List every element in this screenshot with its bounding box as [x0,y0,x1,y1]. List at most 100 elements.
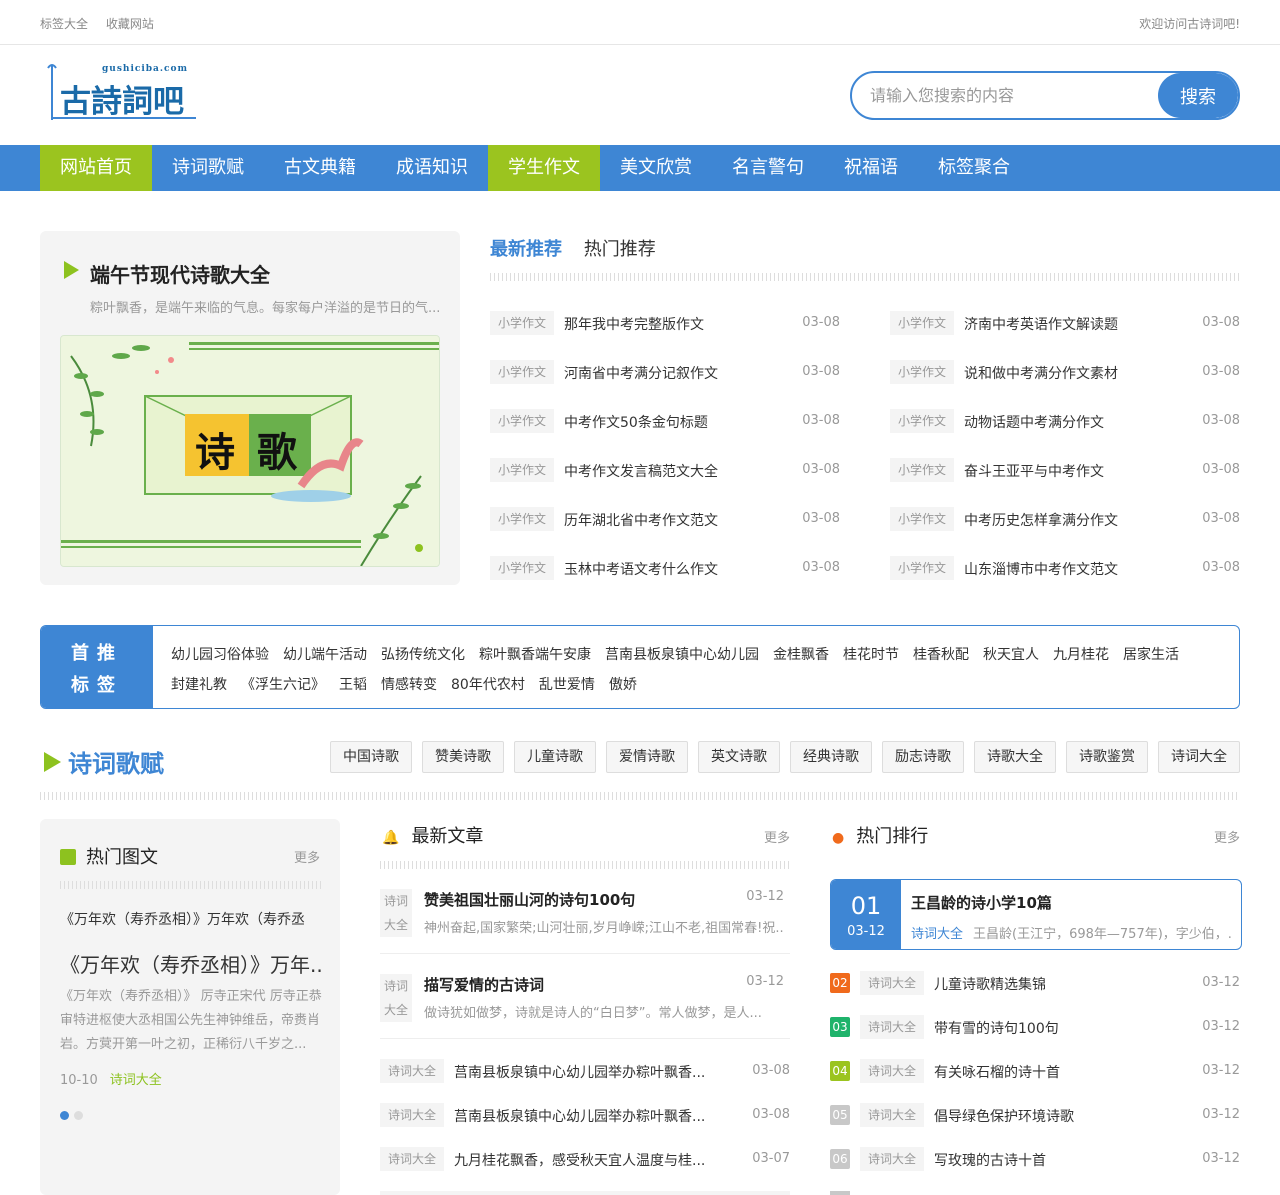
article-summary: 做诗犹如做梦，诗就是诗人的“白日梦”。常人做梦，是人... [424,1006,762,1021]
nav-quotes[interactable]: 名言警句 [712,145,824,191]
main-nav: 网站首页 诗词歌赋 古文典籍 成语知识 学生作文 美文欣赏 名言警句 祝福语 标… [0,145,1280,191]
tag-link[interactable]: 情感转变 [381,677,437,693]
ranking-item[interactable]: 05 诗词大全 倡导绿色保护环境诗歌 03-12 [830,1103,1240,1127]
article-tag: 诗词大全 [380,974,412,1022]
pill-link[interactable]: 赞美诗歌 [422,741,504,773]
ranking-item[interactable]: 06 诗词大全 写玫瑰的古诗十首 03-12 [830,1147,1240,1171]
hot-pics-category[interactable]: 诗词大全 [110,1073,162,1088]
carousel-dot[interactable] [74,1111,83,1120]
list-item[interactable]: 小学作文 中考作文50条金句标题 03-08 [490,409,840,433]
nav-idioms[interactable]: 成语知识 [376,145,488,191]
tag-link[interactable]: 幼儿园习俗体验 [171,647,269,663]
list-item[interactable]: 小学作文 那年我中考完整版作文 03-08 [490,311,840,335]
list-item[interactable]: 小学作文 玉林中考语文考什么作文 03-08 [490,556,840,580]
tag-link[interactable]: 王韬 [339,677,367,693]
more-link[interactable]: 更多 [1214,827,1240,846]
list-item[interactable]: 小学作文 河南省中考满分记叙作文 03-08 [490,360,840,384]
pill-link[interactable]: 爱情诗歌 [606,741,688,773]
list-item[interactable]: 诗词大全 莒南县板泉镇中心幼儿园举办粽叶飘香... 03-08 [380,1059,790,1083]
ranking-top-summary: 王昌龄(王江宁，698年—757年)，字少伯，... [973,927,1233,942]
nav-prose[interactable]: 美文欣赏 [600,145,712,191]
bookmark-link[interactable]: 收藏网站 [106,17,154,31]
article-block[interactable]: 诗词大全 描写爱情的古诗词 03-12 做诗犹如做梦，诗就是诗人的“白日梦”。常… [380,974,790,1046]
flame-icon: ● [832,830,845,846]
article-title[interactable]: 描写爱情的古诗词 [424,974,544,995]
search-box: 搜索 [850,71,1240,120]
list-item[interactable]: 小学作文 动物话题中考满分作文 03-08 [890,409,1240,433]
tag-link[interactable]: 《浮生六记》 [241,677,325,693]
tag-link[interactable]: 弘扬传统文化 [381,647,465,663]
featured-image[interactable]: 诗 歌 [60,335,440,567]
ranking-item[interactable]: 02 诗词大全 儿童诗歌精选集锦 03-12 [830,971,1240,995]
image-char-2: 歌 [257,430,297,476]
list-item[interactable]: 小学作文 中考作文发言稿范文大全 03-08 [490,458,840,482]
pill-link[interactable]: 诗歌大全 [974,741,1056,773]
tab-latest[interactable]: 最新推荐 [490,239,562,260]
nav-essays[interactable]: 学生作文 [488,145,600,191]
list-item[interactable]: 小学作文 济南中考英语作文解读题 03-08 [890,311,1240,335]
ranking-item[interactable]: 04 诗词大全 有关咏石榴的诗十首 03-12 [830,1059,1240,1083]
welcome-text: 欢迎访问古诗词吧! [1139,17,1240,31]
nav-classics[interactable]: 古文典籍 [264,145,376,191]
image-char-1: 诗 [195,430,235,476]
tag-link[interactable]: 桂香秋配 [913,647,969,663]
hot-pics-date: 10-10 [60,1073,98,1088]
more-link[interactable]: 更多 [294,847,320,866]
article-block[interactable]: 诗词大全 赞美祖国壮丽山河的诗句100句 03-12 神州奋起,国家繁荣;山河壮… [380,889,790,961]
search-button[interactable]: 搜索 [1158,73,1238,118]
tag-link[interactable]: 九月桂花 [1053,647,1109,663]
article-date: 03-12 [746,974,784,989]
featured-card[interactable]: 端午节现代诗歌大全 粽叶飘香，是端午来临的气息。每家每户洋溢的是节日的气... [40,231,460,585]
nav-poetry[interactable]: 诗词歌赋 [152,145,264,191]
tag-link[interactable]: 秋天宜人 [983,647,1039,663]
ranking-top-item[interactable]: 01 03-12 王昌龄的诗小学10篇 诗词大全 王昌龄(王江宁，698年—757… [830,879,1242,950]
recommend-tabs: 最新推荐 热门推荐 [490,235,672,261]
tag-link[interactable]: 80年代农村 [451,677,525,693]
tag-link[interactable]: 封建礼教 [171,677,227,693]
list-item[interactable]: 小学作文 历年湖北省中考作文范文 03-08 [490,507,840,531]
list-item[interactable]: 小学作文 中考历史怎样拿满分作文 03-08 [890,507,1240,531]
nav-blessings[interactable]: 祝福语 [824,145,918,191]
pill-link[interactable]: 诗歌鉴赏 [1066,741,1148,773]
tag-link[interactable]: 居家生活 [1123,647,1179,663]
tag-cloud: 幼儿园习俗体验 幼儿端午活动 弘扬传统文化 粽叶飘香端午安康 莒南县板泉镇中心幼儿园 金桂… [171,640,1221,700]
ranking-item[interactable]: 03 诗词大全 带有雪的诗句100句 03-12 [830,1015,1240,1039]
pill-link[interactable]: 经典诗歌 [790,741,872,773]
list-item[interactable]: 诗词大全 莒南县板泉镇中心幼儿园举办粽叶飘香... 03-08 [380,1103,790,1127]
hot-pics-line[interactable]: 《万年欢（寿乔丞相）》万年欢（寿乔丞 [60,909,322,929]
pill-link[interactable]: 诗词大全 [1158,741,1240,773]
list-item[interactable]: 小学作文 奋斗王亚平与中考作文 03-08 [890,458,1240,482]
nav-tags[interactable]: 标签聚合 [918,145,1030,191]
tag-link[interactable]: 桂花时节 [843,647,899,663]
featured-tags-box: 首推 标签 幼儿园习俗体验 幼儿端午活动 弘扬传统文化 粽叶飘香端午安康 莒南县板泉镇中… [40,625,1240,709]
tag-link[interactable]: 莒南县板泉镇中心幼儿园 [605,647,759,663]
pill-link[interactable]: 儿童诗歌 [514,741,596,773]
list-item[interactable]: 小学作文 说和做中考满分作文素材 03-08 [890,360,1240,384]
hot-pics-headline[interactable]: 《万年欢（寿乔丞相）》万年... [60,949,322,978]
tag-link[interactable]: 傲娇 [609,677,637,693]
more-link[interactable]: 更多 [764,827,790,846]
tab-hot[interactable]: 热门推荐 [584,239,656,260]
featured-title[interactable]: 端午节现代诗歌大全 [90,259,270,288]
pill-link[interactable]: 励志诗歌 [882,741,964,773]
tag-link[interactable]: 金桂飘香 [773,647,829,663]
tag-link[interactable]: 粽叶飘香端午安康 [479,647,591,663]
tags-link[interactable]: 标签大全 [40,17,88,31]
ranking-top-category[interactable]: 诗词大全 [911,927,963,942]
tag-link[interactable]: 幼儿端午活动 [283,647,367,663]
pill-link[interactable]: 中国诗歌 [330,741,412,773]
hot-pics-summary: 《万年欢（寿乔丞相）》 厉寺正宋代 厉寺正恭审特进枢使大丞相国公先生神钟维岳，帝… [60,989,322,1052]
ranking-top-title[interactable]: 王昌龄的诗小学10篇 [911,892,1052,913]
section-title[interactable]: 诗词歌赋 [68,744,164,779]
list-item[interactable]: 小学作文 山东淄博市中考作文范文 03-08 [890,556,1240,580]
carousel-dot[interactable] [60,1111,69,1120]
article-summary: 神州奋起,国家繁荣;山河壮丽,岁月峥嵘;江山不老,祖国常春!祝... [424,921,784,936]
search-input[interactable] [870,73,1150,118]
pill-link[interactable]: 英文诗歌 [698,741,780,773]
bell-icon: 🔔 [382,830,400,846]
list-item[interactable]: 诗词大全 九月桂花飘香，感受秋天宜人温度与桂... 03-07 [380,1147,790,1171]
tag-link[interactable]: 乱世爱情 [539,677,595,693]
nav-home[interactable]: 网站首页 [40,145,152,191]
site-logo[interactable]: gushiciba.com 古詩詞吧 [46,62,206,122]
article-title[interactable]: 赞美祖国壮丽山河的诗句100句 [424,889,635,910]
